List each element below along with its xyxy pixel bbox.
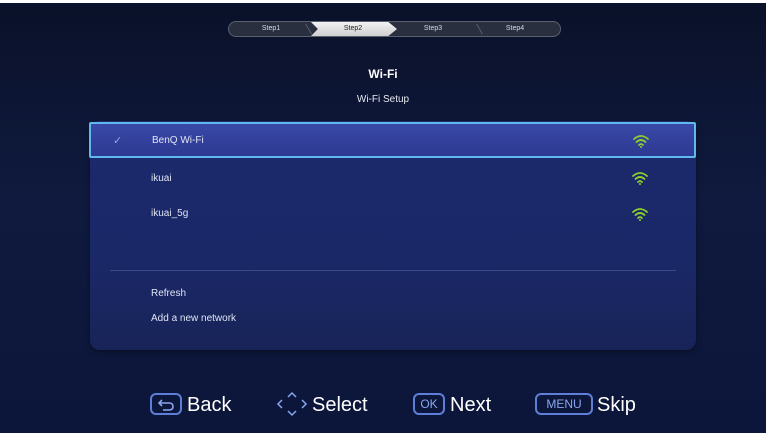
network-item-ikuai[interactable]: ikuai (90, 160, 696, 196)
network-name: ikuai (151, 173, 172, 184)
dpad-icon (276, 391, 308, 417)
select-label: Select (312, 394, 368, 416)
step-separator (469, 24, 483, 34)
list-divider (110, 270, 676, 271)
back-key (150, 393, 182, 415)
add-network-button[interactable]: Add a new network (151, 313, 236, 324)
skip-hint[interactable]: MENU Skip (535, 393, 645, 421)
step-3: Step3 (423, 25, 443, 32)
wifi-signal-icon (633, 135, 649, 148)
wifi-signal-icon (632, 172, 648, 185)
select-hint[interactable]: Select (275, 391, 375, 421)
network-item-benq-wifi[interactable]: ✓ BenQ Wi-Fi (89, 122, 696, 158)
wifi-signal-icon (632, 208, 648, 221)
network-item-ikuai-5g[interactable]: ikuai_5g (90, 197, 696, 233)
network-list-panel: ✓ BenQ Wi-Fi ikuai ikuai_5g Refresh Add … (89, 121, 696, 350)
menu-key: MENU (535, 393, 593, 415)
network-name: ikuai_5g (151, 208, 189, 219)
refresh-button[interactable]: Refresh (151, 288, 186, 299)
ok-key: OK (413, 393, 445, 415)
page-subtitle: Wi-Fi Setup (356, 94, 410, 105)
step-4: Step4 (505, 25, 525, 32)
back-label: Back (187, 394, 232, 416)
back-hint[interactable]: Back (150, 393, 240, 421)
network-name: BenQ Wi-Fi (152, 135, 204, 146)
step-1: Step1 (261, 25, 281, 32)
step-progress-bar: Step1 Step2 Step3 Step4 (228, 21, 561, 37)
checkmark-icon: ✓ (113, 135, 123, 147)
next-hint[interactable]: OK Next (413, 393, 503, 421)
setup-screen: Step1 Step2 Step3 Step4 Wi-Fi Wi-Fi Setu… (0, 0, 766, 433)
next-label: Next (450, 394, 492, 416)
step-2: Step2 (343, 25, 363, 32)
top-strip (0, 0, 766, 3)
page-title: Wi-Fi (368, 67, 398, 81)
back-arrow-icon (157, 399, 174, 411)
skip-label: Skip (597, 394, 636, 416)
